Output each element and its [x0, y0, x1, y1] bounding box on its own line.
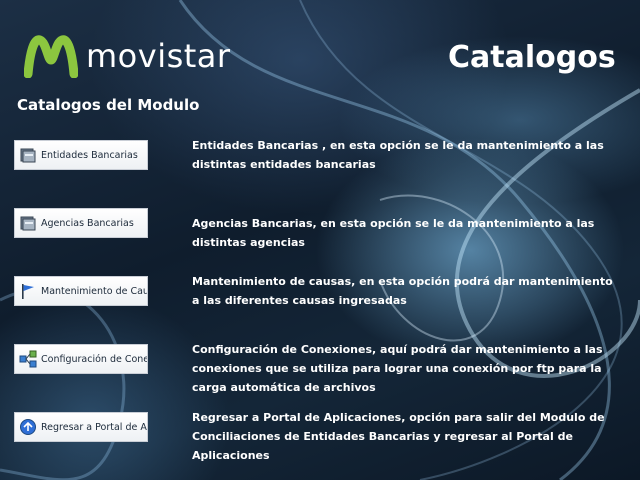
mantenimiento-causas-description: Mantenimiento de causas, en esta opción …: [192, 275, 613, 307]
agencias-bancarias-button[interactable]: Agencias Bancarias: [14, 208, 148, 238]
entidades-bancarias-label: Entidades Bancarias: [41, 149, 138, 161]
mantenimiento-causas-label: Mantenimiento de Causas: [41, 285, 147, 297]
mantenimiento-causas-button[interactable]: Mantenimiento de Causas: [14, 276, 148, 306]
bank-entities-icon: [20, 148, 36, 163]
brand-name: movistar: [86, 37, 231, 75]
bank-agencies-icon: [20, 216, 36, 231]
entidades-bancarias-description: Entidades Bancarias , en esta opción se …: [192, 139, 604, 171]
agencias-bancarias-label: Agencias Bancarias: [41, 217, 134, 229]
entidades-bancarias-button[interactable]: Entidades Bancarias: [14, 140, 148, 170]
configuracion-conexiones-button[interactable]: Configuración de Conexiones: [14, 344, 148, 374]
agencias-bancarias-description: Agencias Bancarias, en esta opción se le…: [192, 217, 595, 249]
configuracion-conexiones-label: Configuración de Conexiones: [41, 353, 147, 365]
page-title: Catalogos: [448, 40, 616, 75]
section-title: Catalogos del Modulo: [17, 96, 200, 114]
regresar-portal-description: Regresar a Portal de Aplicaciones, opció…: [192, 411, 605, 462]
movistar-m-logo-icon: [24, 35, 78, 78]
flag-icon: [22, 284, 34, 299]
back-to-portal-icon: [20, 419, 36, 435]
brand-logo: movistar: [24, 34, 231, 78]
regresar-portal-label: Regresar a Portal de Aplicaciones: [41, 421, 147, 433]
network-connections-icon: [19, 350, 37, 368]
configuracion-conexiones-description: Configuración de Conexiones, aquí podrá …: [192, 343, 603, 394]
regresar-portal-button[interactable]: Regresar a Portal de Aplicaciones: [14, 412, 148, 442]
